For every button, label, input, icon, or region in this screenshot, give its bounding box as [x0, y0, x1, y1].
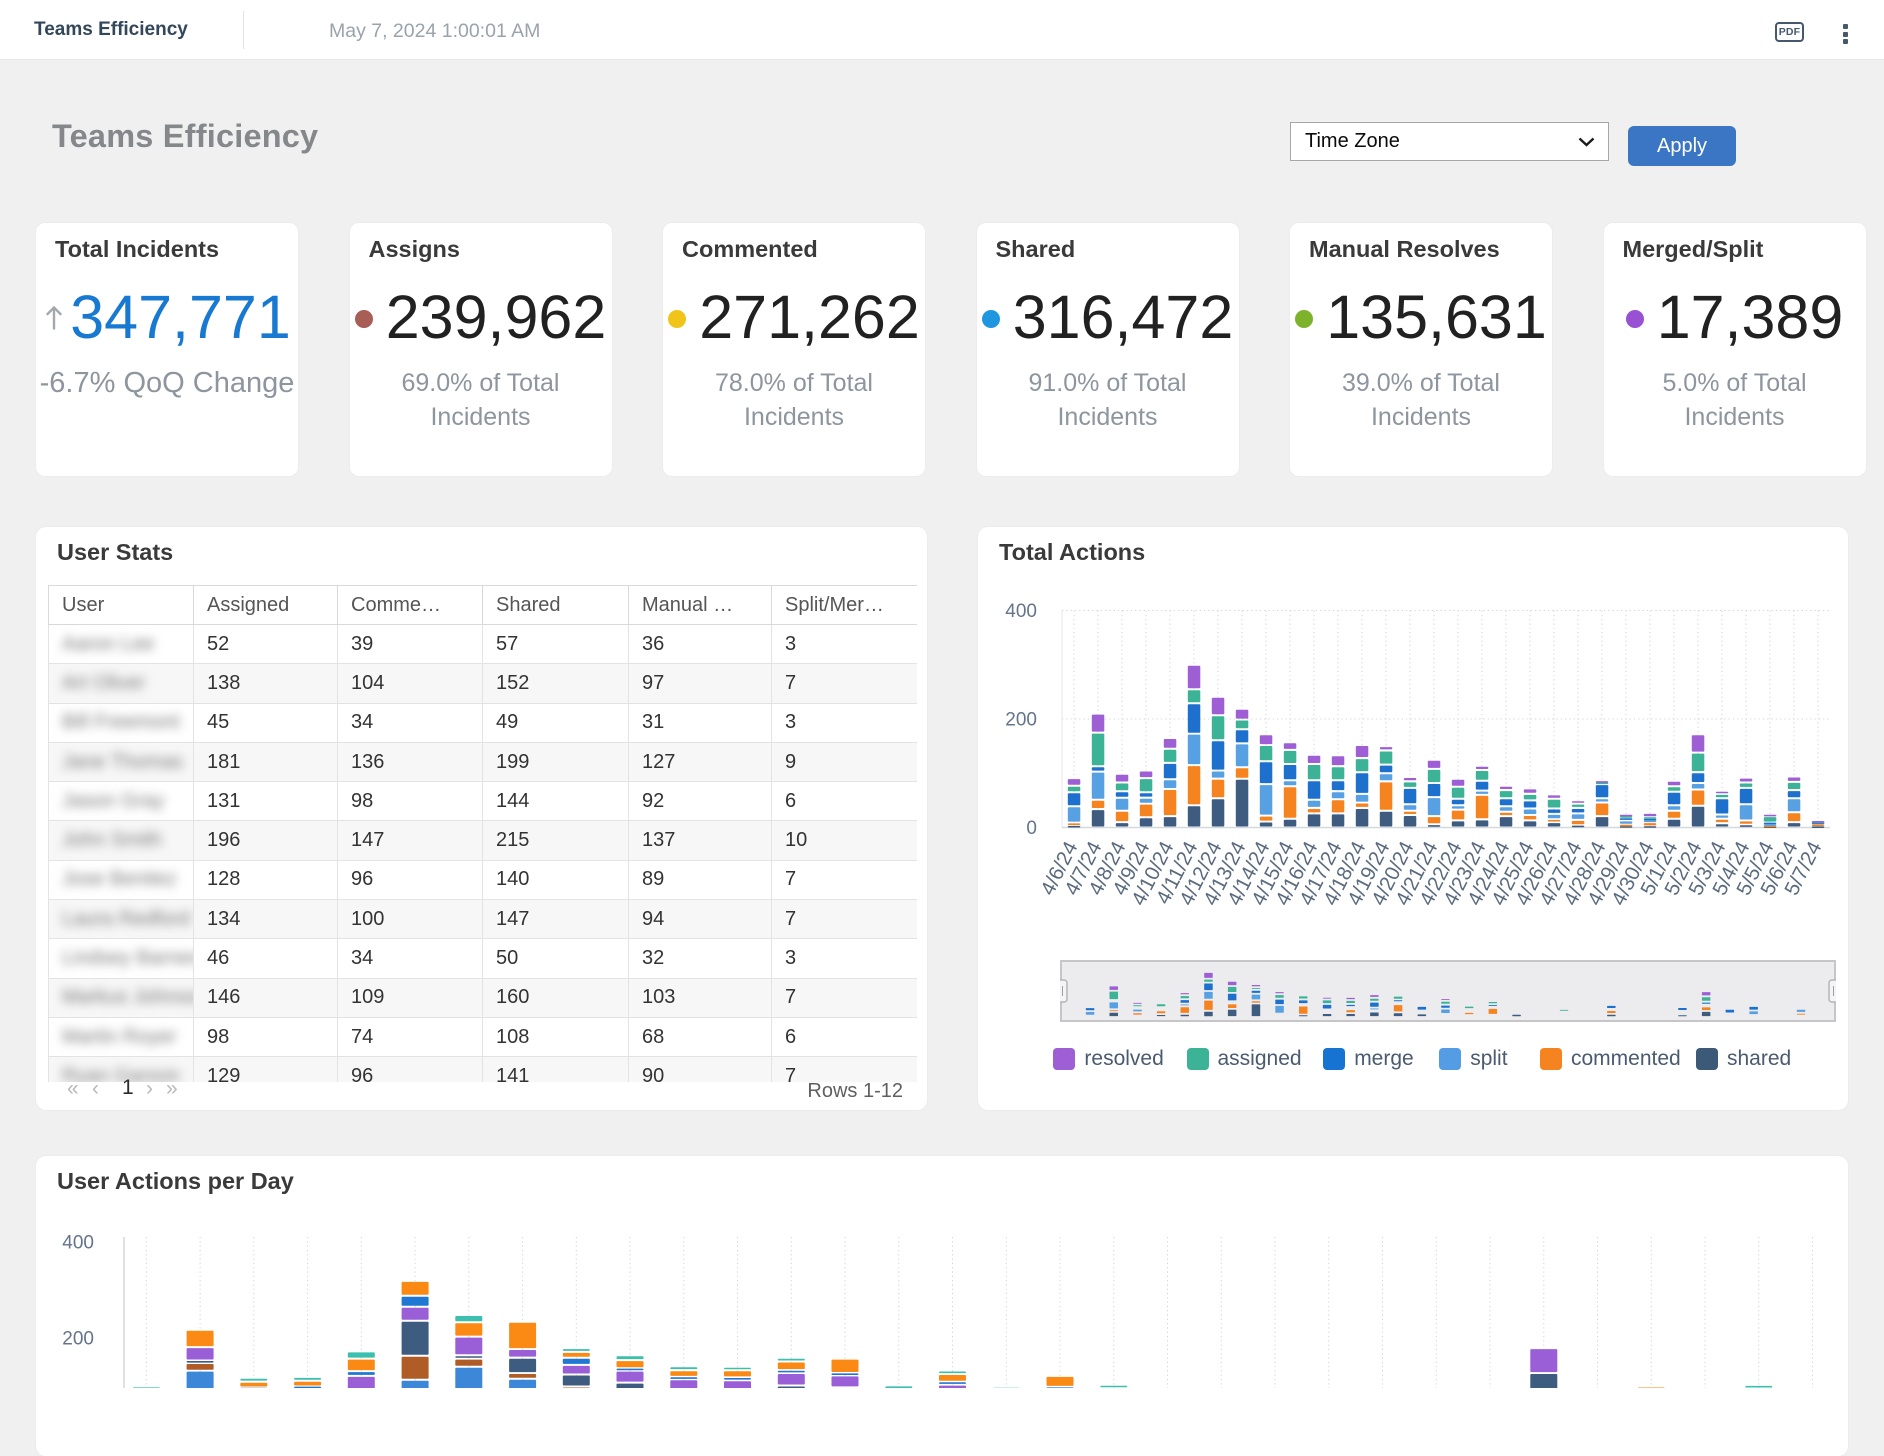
svg-text:400: 400 — [1005, 601, 1037, 622]
svg-text:200: 200 — [62, 1329, 94, 1350]
svg-text:0: 0 — [1026, 818, 1037, 839]
svg-text:200: 200 — [1005, 710, 1037, 731]
svg-text:400: 400 — [62, 1233, 94, 1254]
